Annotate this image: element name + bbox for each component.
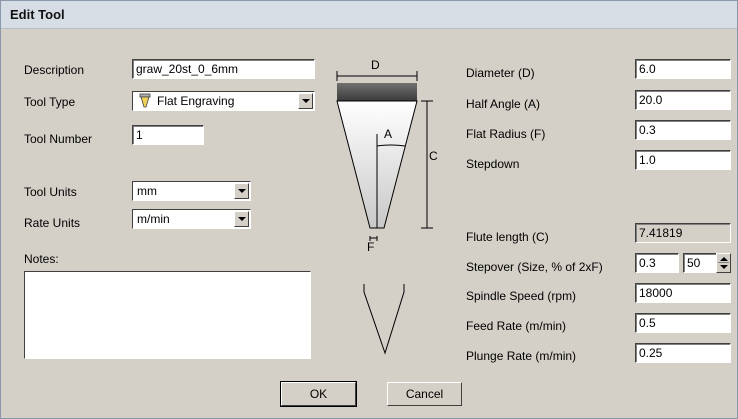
stepdown-label: Stepdown — [466, 157, 520, 171]
description-label: Description — [24, 63, 85, 77]
tool-diagram — [336, 71, 433, 355]
cancel-button[interactable]: Cancel — [387, 382, 462, 406]
tool-units-select[interactable]: mm — [132, 181, 251, 201]
half-angle-label: Half Angle (A) — [466, 97, 541, 111]
tool-number-label: Tool Number — [24, 132, 93, 146]
engraving-tool-icon — [139, 93, 151, 108]
tool-type-value: Flat Engraving — [157, 94, 235, 108]
dimension-a-label: A — [384, 127, 393, 141]
notes-label: Notes: — [24, 252, 59, 266]
diameter-label: Diameter (D) — [466, 66, 535, 80]
chevron-down-icon[interactable] — [234, 211, 249, 227]
stepover-size-input[interactable]: 0.3 — [635, 253, 679, 273]
description-input[interactable]: graw_20st_0_6mm — [132, 59, 315, 79]
stepover-percent-input[interactable]: 50 — [683, 253, 717, 273]
chevron-down-icon[interactable] — [234, 183, 249, 199]
stepdown-input[interactable]: 1.0 — [635, 150, 731, 170]
tool-shank — [337, 83, 417, 101]
stepover-label: Stepover (Size, % of 2xF) — [466, 260, 603, 274]
plunge-rate-input[interactable]: 0.25 — [635, 343, 731, 363]
notes-textarea[interactable] — [24, 271, 311, 359]
flat-radius-label: Flat Radius (F) — [466, 127, 546, 141]
plunge-rate-label: Plunge Rate (m/min) — [466, 349, 577, 363]
rate-units-label: Rate Units — [24, 216, 81, 230]
flat-radius-input[interactable]: 0.3 — [635, 120, 731, 140]
title-bar[interactable]: Edit Tool — [1, 1, 737, 29]
spindle-speed-input[interactable]: 18000 — [635, 283, 731, 303]
tool-number-input[interactable]: 1 — [132, 125, 204, 145]
feed-rate-input[interactable]: 0.5 — [635, 313, 731, 333]
dimension-c-label: C — [429, 149, 438, 163]
flute-length-label: Flute length (C) — [466, 230, 549, 244]
tool-profile — [363, 284, 405, 355]
tool-type-select[interactable]: Flat Engraving — [132, 91, 315, 111]
spin-up-icon[interactable] — [720, 257, 728, 261]
rate-units-select[interactable]: m/min — [132, 209, 251, 229]
dimension-d-label: D — [371, 58, 380, 72]
edit-tool-dialog: Edit Tool Description graw_20st_0_6mm To… — [0, 0, 738, 419]
spindle-speed-label: Spindle Speed (rpm) — [466, 289, 577, 303]
flute-length-readonly: 7.41819 — [635, 223, 731, 243]
rate-units-value: m/min — [137, 212, 170, 226]
diameter-input[interactable]: 6.0 — [635, 59, 731, 79]
tool-type-label: Tool Type — [24, 95, 76, 109]
ok-button[interactable]: OK — [280, 381, 357, 407]
stepover-spinner[interactable] — [716, 253, 731, 273]
chevron-down-icon[interactable] — [298, 93, 313, 109]
tool-units-label: Tool Units — [24, 185, 77, 199]
feed-rate-label: Feed Rate (m/min) — [466, 319, 567, 333]
dimension-f-label: F — [367, 240, 375, 254]
tool-units-value: mm — [137, 184, 157, 198]
half-angle-input[interactable]: 20.0 — [635, 90, 731, 110]
window-title: Edit Tool — [10, 7, 65, 22]
spin-down-icon[interactable] — [720, 265, 728, 269]
